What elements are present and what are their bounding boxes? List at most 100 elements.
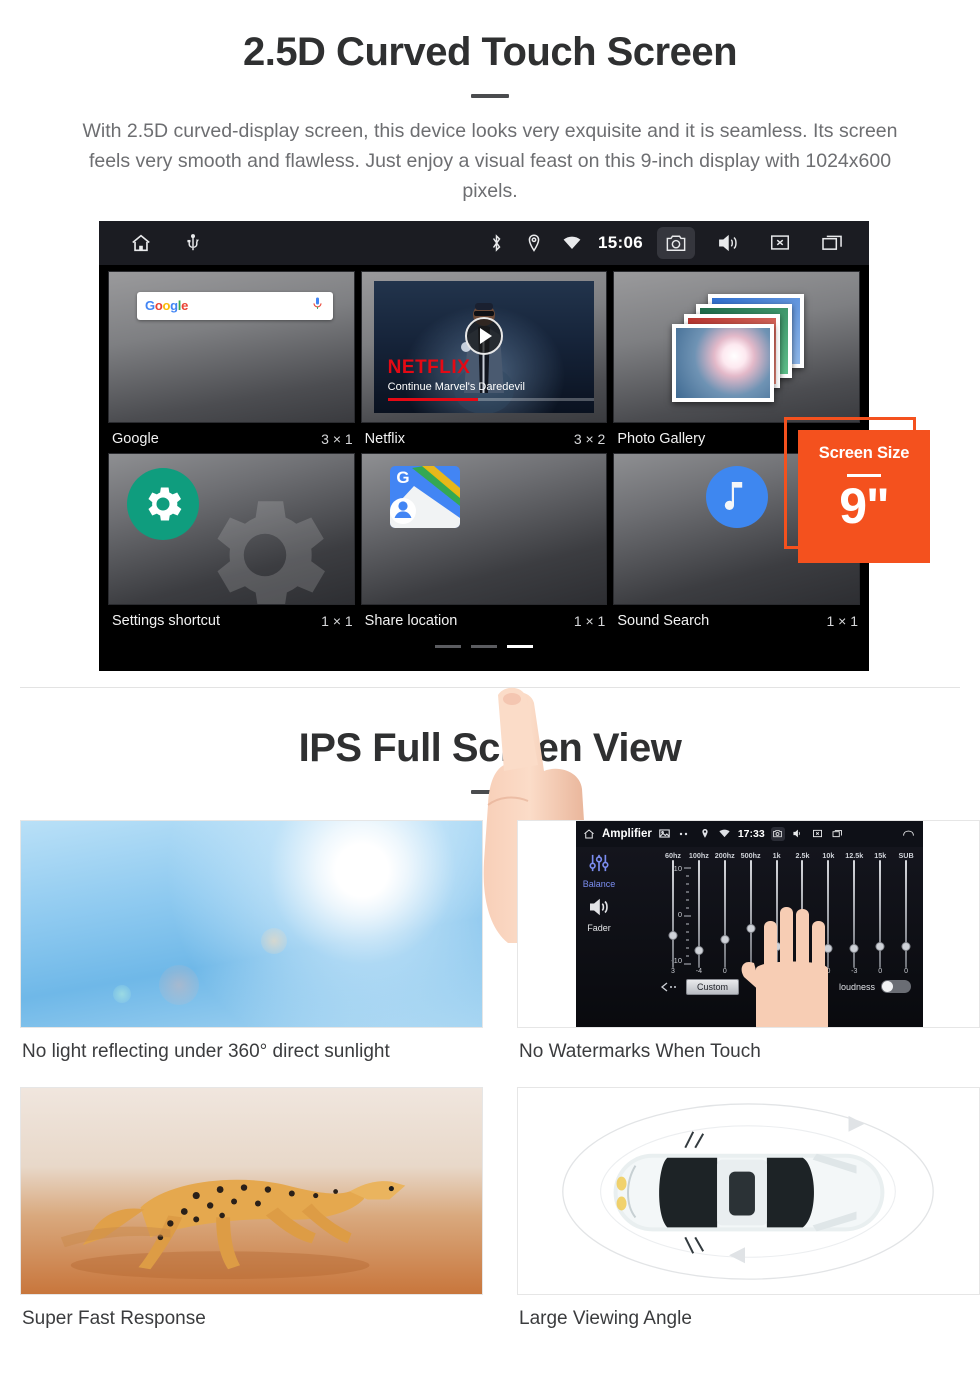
feature-card: No light reflecting under 360° direct su… (20, 819, 483, 1081)
device-preview: 15:06 Google Google 3 × 1 NETFLIX Contin… (0, 217, 980, 943)
band-label: 2.5k (795, 850, 810, 860)
netflix-widget[interactable]: NETFLIX Continue Marvel's Daredevil (360, 270, 608, 423)
section-divider (20, 686, 960, 688)
eq-slider[interactable] (867, 859, 893, 968)
band-label: SUB (898, 850, 914, 860)
recents-icon[interactable] (831, 827, 845, 841)
badge-title: Screen Size (818, 443, 910, 462)
page-dot[interactable] (471, 644, 497, 648)
prev-preset-icon[interactable] (660, 982, 678, 992)
widget-label: Sound Search (617, 612, 710, 629)
progress-bar (387, 397, 595, 401)
widget-cell-share-location[interactable]: G Share location 1 × 1 (360, 452, 608, 635)
equalizer-panel: 60hz 100hz 200hz 500hz 1k 2.5k 10k 12.5k… (622, 847, 923, 1027)
settings-gear-icon (217, 500, 325, 604)
settings-shortcut-widget[interactable] (108, 452, 355, 605)
gallery-icon[interactable] (658, 827, 672, 841)
close-icon[interactable] (811, 827, 825, 841)
svg-text:G: G (396, 468, 409, 487)
photo-gallery-widget[interactable] (613, 270, 861, 423)
more-icon[interactable] (678, 827, 692, 841)
wifi-icon (560, 231, 584, 255)
section2-underline (471, 789, 509, 794)
section-description: With 2.5D curved-display screen, this de… (82, 120, 898, 203)
back-arrow-icon[interactable] (903, 827, 917, 841)
eq-slider[interactable] (686, 859, 712, 968)
card-caption: No Watermarks When Touch (519, 1040, 761, 1062)
volume-icon[interactable] (709, 227, 747, 259)
card-caption: No light reflecting under 360° direct su… (22, 1040, 390, 1062)
amplifier-screen: Amplifier 17:33 Balance Fader 60hz 100hz… (576, 820, 923, 1027)
home-icon[interactable] (129, 231, 153, 255)
band-label: 15k (874, 850, 887, 860)
curved-screen-section: 2.5D Curved Touch Screen With 2.5D curve… (0, 0, 980, 943)
widget-size: 1 × 1 (573, 612, 606, 629)
page-dot-active[interactable] (507, 644, 533, 648)
google-search-widget[interactable]: Google (108, 270, 355, 423)
widget-cell-netflix[interactable]: NETFLIX Continue Marvel's Daredevil Netf… (360, 270, 608, 453)
play-button[interactable] (465, 317, 503, 356)
frequency-labels: 60hz 100hz 200hz 500hz 1k 2.5k 10k 12.5k… (660, 851, 919, 860)
widget-label: Settings shortcut (112, 612, 220, 629)
wifi-icon (718, 827, 732, 841)
feature-cards-grid: No light reflecting under 360° direct su… (20, 819, 980, 1348)
band-label: 500hz (740, 850, 761, 860)
amplifier-sidebar: Balance Fader (576, 847, 622, 1027)
ips-section: IPS Full Screen View No light reflecting… (0, 688, 980, 1348)
widget-label: Photo Gallery (617, 430, 706, 447)
recents-icon[interactable] (813, 227, 851, 259)
eq-value: 0 (878, 967, 883, 975)
car-top-view-illustration (562, 1102, 934, 1280)
widget-size: 3 × 1 (321, 430, 353, 447)
sidebar-item-fader[interactable]: Fader (576, 923, 622, 933)
band-label: 200hz (714, 850, 735, 860)
sunny-sky-photo (20, 819, 483, 1028)
screenshot-icon[interactable] (657, 226, 695, 259)
volume-icon[interactable] (791, 827, 805, 841)
widget-size: 1 × 1 (321, 612, 353, 629)
feature-card: Amplifier 17:33 Balance Fader 60hz 100hz… (517, 819, 980, 1081)
amplifier-clock: 17:33 (737, 827, 765, 840)
sliders-icon[interactable] (588, 853, 610, 873)
status-bar: 15:06 (99, 220, 869, 265)
widget-label: Netflix (364, 430, 405, 447)
band-label: 1k (772, 850, 781, 860)
page-indicator[interactable] (105, 635, 863, 648)
widget-size: 1 × 1 (826, 612, 859, 629)
amplifier-screen-photo: Amplifier 17:33 Balance Fader 60hz 100hz… (517, 819, 980, 1028)
band-label: 12.5k (845, 850, 864, 860)
eq-slider[interactable] (660, 859, 686, 968)
badge-divider (847, 473, 881, 477)
google-maps-icon[interactable]: G (389, 465, 460, 528)
eq-slider[interactable] (893, 859, 919, 968)
product-feature-page: 2.5D Curved Touch Screen With 2.5D curve… (0, 0, 980, 1394)
badge-value: 9" (839, 477, 890, 534)
search-input[interactable]: Google (137, 291, 333, 320)
running-cheetah-photo (20, 1086, 483, 1295)
microphone-icon[interactable] (313, 297, 325, 315)
eq-value: 0 (904, 967, 909, 975)
section2-title: IPS Full Screen View (298, 725, 682, 770)
share-location-widget[interactable]: G (360, 452, 608, 605)
feature-card: Large Viewing Angle (517, 1086, 980, 1348)
amplifier-status-bar: Amplifier 17:33 (576, 820, 923, 847)
speaker-icon[interactable] (587, 897, 611, 917)
home-icon[interactable] (582, 827, 596, 841)
widget-grid: Google Google 3 × 1 NETFLIX Continue Mar… (99, 265, 869, 648)
music-note-icon[interactable] (705, 465, 768, 528)
sidebar-item-balance[interactable]: Balance (576, 879, 622, 889)
android-head-unit-screen: 15:06 Google Google 3 × 1 NETFLIX Contin… (99, 220, 869, 671)
loudness-toggle[interactable] (881, 980, 911, 994)
settings-gear-badge[interactable] (127, 467, 199, 540)
screenshot-icon[interactable] (770, 826, 785, 841)
widget-size: 3 × 2 (573, 430, 606, 447)
close-icon[interactable] (761, 227, 799, 259)
widget-cell-google[interactable]: Google Google 3 × 1 (108, 270, 355, 453)
eq-value: 3 (671, 967, 675, 975)
car-top-view-photo (517, 1086, 980, 1295)
page-dot[interactable] (435, 644, 461, 648)
location-icon (522, 231, 546, 255)
widget-cell-settings[interactable]: Settings shortcut 1 × 1 (108, 452, 355, 635)
widget-label: Share location (364, 612, 458, 629)
band-label: 60hz (664, 850, 681, 860)
